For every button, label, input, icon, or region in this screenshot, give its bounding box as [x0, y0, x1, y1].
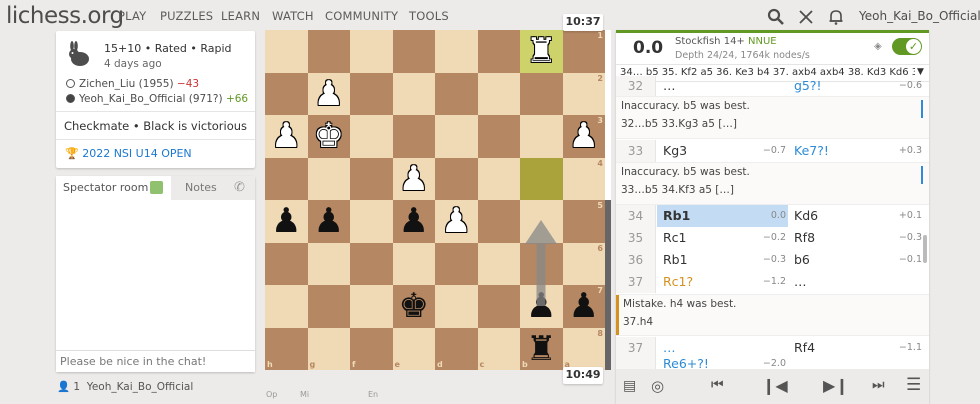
- move-36-black[interactable]: b6: [794, 249, 810, 271]
- prev-move-icon[interactable]: ❙◀: [762, 376, 788, 395]
- tab-opening[interactable]: Op: [266, 390, 277, 399]
- black-player[interactable]: Yeoh_Kai_Bo_Official (971?) +66: [66, 93, 248, 105]
- move-34-white-active[interactable]: Rb1: [663, 205, 690, 227]
- watchers: 👤 1 Yeoh_Kai_Bo_Official: [57, 381, 194, 393]
- black-rating-diff: +66: [225, 93, 249, 105]
- game-info-card: 15+10 • Rated • Rapid 4 days ago Zichen_…: [56, 31, 255, 168]
- search-icon[interactable]: [767, 8, 785, 26]
- last-move-icon[interactable]: ⏭: [872, 377, 885, 393]
- move-38-white[interactable]: Re6+?!: [663, 359, 709, 369]
- move-row-33: 33 Kg3 −0.7 Ke7?! +0.3: [616, 140, 929, 162]
- target-icon[interactable]: ◎: [651, 377, 664, 395]
- tab-spectator-room[interactable]: Spectator room: [56, 176, 171, 200]
- move-33-black[interactable]: Ke7?!: [794, 140, 829, 162]
- move-row-38: Re6+?! −2.0: [616, 359, 929, 369]
- bell-icon[interactable]: [827, 8, 845, 26]
- book-icon[interactable]: ▤: [623, 378, 636, 394]
- next-move-icon[interactable]: ▶❙: [823, 376, 849, 395]
- nav-learn[interactable]: LEARN: [221, 9, 260, 23]
- engine-name: Stockfish 14+ NNUE: [675, 36, 777, 47]
- comment-32: Inaccuracy. b5 was best. 32…b5 33.Kg3 a5…: [616, 96, 929, 139]
- move-row-32: 32 … g5?! −0.6: [616, 76, 929, 96]
- move-36-white[interactable]: Rb1: [663, 249, 688, 271]
- tab-middlegame[interactable]: Mi: [300, 390, 309, 399]
- engine-depth: Depth 24/24, 1764k nodes/s: [675, 50, 810, 61]
- time-control: 15+10 • Rated • Rapid: [104, 42, 232, 55]
- nav-puzzles[interactable]: PUZZLES: [160, 9, 213, 23]
- move-37-black-placeholder: …: [794, 274, 807, 289]
- moves-scrollbar[interactable]: [923, 235, 927, 263]
- nav-community[interactable]: COMMUNITY: [325, 9, 398, 23]
- variation-37[interactable]: 37.h4: [621, 316, 924, 328]
- move-32-white[interactable]: …: [663, 76, 676, 96]
- move-34-black[interactable]: Kd6: [794, 205, 818, 227]
- white-player[interactable]: Zichen_Liu (1955) −43: [66, 78, 199, 90]
- clock-bottom: 10:49: [563, 367, 603, 384]
- chat-input[interactable]: Please be nice in the chat!: [56, 350, 255, 372]
- rapid-rabbit-icon: [66, 41, 92, 69]
- comment-37: Mistake. h4 was best. 37.h4: [616, 294, 929, 336]
- tab-endgame[interactable]: En: [368, 390, 378, 399]
- comment-33: Inaccuracy. b5 was best. 33…b5 34.Kf3 a5…: [616, 162, 929, 205]
- white-color-dot: [66, 79, 75, 88]
- user-menu[interactable]: Yeoh_Kai_Bo_Official: [859, 9, 980, 23]
- target-icon[interactable]: ◈: [874, 41, 882, 52]
- person-icon: 👤: [57, 381, 71, 393]
- site-logo[interactable]: lichess.org: [6, 3, 124, 29]
- move-37-white[interactable]: Rc1?: [663, 271, 693, 293]
- tournament-link[interactable]: 🏆 2022 NSI U14 OPEN: [65, 147, 192, 160]
- move-37-black[interactable]: Rf4: [794, 337, 815, 359]
- game-date: 4 days ago: [104, 58, 162, 70]
- clock-top: 10:37: [563, 14, 603, 31]
- first-move-icon[interactable]: ⏮: [711, 377, 724, 393]
- move-37-white-placeholder: …: [663, 340, 676, 355]
- move-row-37: 37 Rc1? −1.2 …: [616, 271, 929, 293]
- move-row-35: 35 Rc1 −0.2 Rf8 −0.3: [616, 227, 929, 249]
- move-32-black[interactable]: g5?!: [794, 76, 822, 96]
- tab-notes[interactable]: Notes ✆: [171, 176, 255, 200]
- game-result: Checkmate • Black is victorious: [63, 119, 248, 133]
- move-row-34: 34 Rb1 0.0 Kd6 +0.1: [616, 205, 929, 227]
- nav-watch[interactable]: WATCH: [272, 9, 314, 23]
- best-move-arrow: [525, 220, 557, 306]
- move-33-white[interactable]: Kg3: [663, 140, 687, 162]
- white-rating-diff: −43: [176, 78, 200, 90]
- black-color-dot: [66, 94, 75, 103]
- variation-32[interactable]: 32…b5 33.Kg3 a5 […]: [621, 118, 924, 130]
- analysis-panel: 0.0 Stockfish 14+ NNUE Depth 24/24, 1764…: [616, 30, 929, 404]
- swords-icon[interactable]: [797, 8, 815, 26]
- menu-icon[interactable]: ☰: [906, 375, 921, 395]
- move-row-36: 36 Rb1 −0.3 b6 −0.1: [616, 249, 929, 271]
- phone-icon: ✆: [234, 180, 245, 195]
- variation-33[interactable]: 33…b5 34.Kf3 a5 […]: [621, 184, 924, 196]
- eval-gauge: [605, 30, 611, 370]
- engine-toggle[interactable]: ✓: [892, 38, 922, 55]
- move-35-white[interactable]: Rc1: [663, 227, 687, 249]
- trophy-icon: 🏆: [65, 147, 79, 160]
- nav-play[interactable]: PLAY: [118, 9, 146, 23]
- chat-panel: Spectator room Notes ✆ Please be nice in…: [56, 176, 255, 372]
- engine-eval: 0.0: [633, 38, 664, 58]
- nav-tools[interactable]: TOOLS: [409, 9, 449, 23]
- move-row-37-black: 37 … Rf4 −1.1: [616, 337, 929, 359]
- move-35-black[interactable]: Rf8: [794, 227, 815, 249]
- chat-toggle-checkbox[interactable]: [150, 181, 163, 194]
